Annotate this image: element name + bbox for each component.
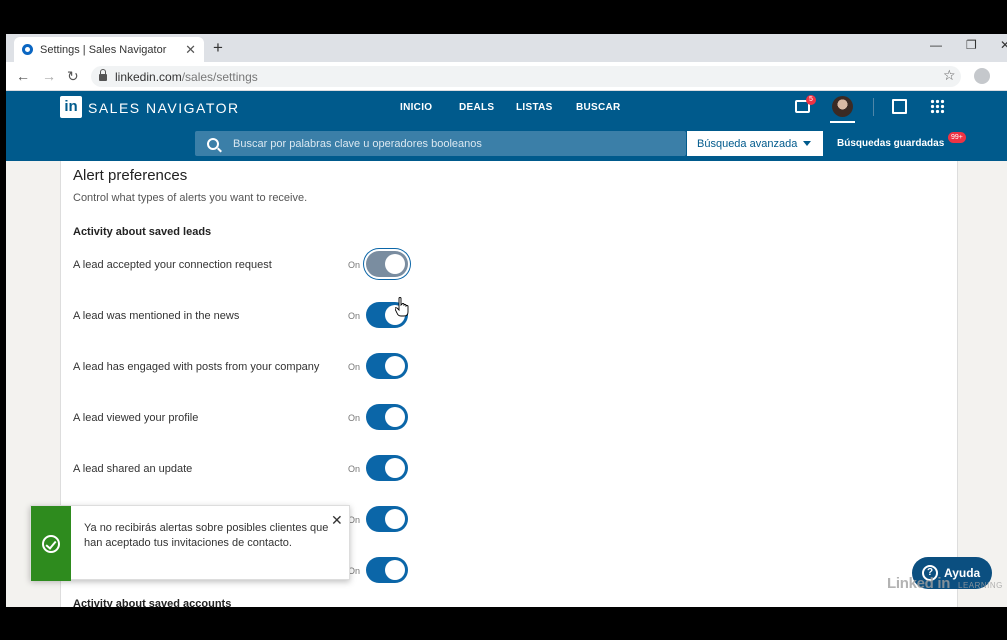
nav-inicio[interactable]: INICIO — [400, 102, 432, 113]
alert-toggle[interactable] — [366, 353, 408, 379]
section-description: Control what types of alerts you want to… — [73, 192, 308, 204]
toggle-knob — [385, 509, 405, 529]
group-title-accounts: Activity about saved accounts — [73, 598, 232, 607]
back-icon[interactable]: ← — [16, 68, 30, 84]
forward-icon[interactable]: → — [42, 68, 56, 84]
alert-toggle[interactable] — [366, 251, 408, 277]
url-host: linkedin.com — [115, 69, 182, 84]
admin-center-icon[interactable] — [892, 99, 907, 114]
search-bar-row: Buscar por palabras clave u operadores b… — [6, 123, 1007, 161]
toggle-knob — [385, 356, 405, 376]
toggle-state: On — [348, 260, 361, 270]
avatar[interactable] — [832, 96, 853, 117]
bookmark-star-icon[interactable]: ☆ — [943, 67, 956, 84]
toggle-state: On — [348, 464, 361, 474]
toggle-knob — [385, 458, 405, 478]
alert-label: A lead accepted your connection request — [73, 259, 272, 271]
toggle-state: On — [348, 311, 361, 321]
success-toast: Ya no recibirás alertas sobre posibles c… — [30, 505, 350, 581]
hand-cursor-icon — [395, 297, 409, 317]
minimize-button[interactable]: — — [930, 38, 942, 52]
toast-message: Ya no recibirás alertas sobre posibles c… — [84, 522, 329, 549]
toggle-state: On — [348, 362, 361, 372]
saved-searches-link[interactable]: Búsquedas guardadas — [837, 138, 944, 149]
new-tab-button[interactable]: + — [213, 38, 223, 58]
toast-accent — [31, 506, 71, 581]
alert-row: A lead was mentioned in the news On — [73, 302, 413, 330]
url-path: /sales/settings — [181, 69, 258, 84]
chevron-down-icon — [803, 141, 812, 146]
toggle-knob — [385, 254, 405, 274]
alert-label: A lead shared an update — [73, 463, 193, 475]
alert-toggle[interactable] — [366, 506, 408, 532]
group-title-leads: Activity about saved leads — [73, 226, 212, 238]
nav-deals[interactable]: DEALS — [459, 102, 494, 113]
advanced-search-button[interactable]: Búsqueda avanzada — [687, 131, 823, 156]
alert-label: A lead was mentioned in the news — [73, 310, 240, 322]
maximize-button[interactable]: ❐ — [966, 38, 977, 52]
alert-row: A lead accepted your connection request … — [73, 251, 413, 279]
alert-toggle[interactable] — [366, 404, 408, 430]
product-name[interactable]: SALES NAVIGATOR — [88, 100, 240, 116]
browser-tabbar: Settings | Sales Navigator ✕ + — ❐ ✕ — [6, 34, 1007, 62]
linkedin-learning-watermark: Linked in — [887, 575, 951, 592]
toast-close-button[interactable]: ✕ — [331, 512, 343, 529]
lock-icon — [99, 69, 107, 81]
nav-buscar[interactable]: BUSCAR — [576, 102, 621, 113]
check-circle-icon — [42, 535, 60, 553]
reload-icon[interactable]: ↻ — [67, 68, 79, 85]
address-bar[interactable]: linkedin.com/sales/settings — [91, 66, 961, 87]
compass-icon — [22, 44, 33, 55]
alert-row: A lead has engaged with posts from your … — [73, 353, 413, 381]
nav-listas[interactable]: LISTAS — [516, 102, 553, 113]
divider — [873, 98, 874, 116]
window-close-button[interactable]: ✕ — [1000, 38, 1007, 52]
alert-label: A lead viewed your profile — [73, 412, 199, 424]
browser-toolbar: ← → ↻ linkedin.com/sales/settings ☆ — [6, 62, 1007, 91]
messages-badge: 5 — [806, 95, 816, 105]
apps-grid-icon[interactable] — [930, 99, 945, 114]
alert-toggle[interactable] — [366, 557, 408, 583]
browser-profile-icon[interactable] — [974, 68, 990, 84]
search-input[interactable]: Buscar por palabras clave u operadores b… — [195, 131, 686, 156]
toggle-knob — [385, 407, 405, 427]
alert-row: A lead viewed your profile On — [73, 404, 413, 432]
section-title: Alert preferences — [73, 167, 188, 184]
linkedin-logo-icon[interactable]: in — [60, 96, 82, 118]
advanced-search-label: Búsqueda avanzada — [697, 137, 798, 150]
search-placeholder: Buscar por palabras clave u operadores b… — [233, 137, 482, 150]
alert-row: A lead shared an update On — [73, 455, 413, 483]
browser-tab[interactable]: Settings | Sales Navigator ✕ — [14, 37, 204, 62]
tab-title: Settings | Sales Navigator — [40, 43, 167, 56]
toggle-state: On — [348, 413, 361, 423]
search-icon — [207, 137, 219, 150]
sales-navigator-header: in SALES NAVIGATOR INICIO DEALS LISTAS B… — [6, 91, 1007, 123]
saved-searches-badge: 99+ — [948, 132, 966, 143]
tab-close-icon[interactable]: ✕ — [185, 42, 196, 58]
alert-toggle[interactable] — [366, 455, 408, 481]
watermark-sub: LEARNING — [958, 581, 1003, 590]
toggle-knob — [385, 560, 405, 580]
alert-label: A lead has engaged with posts from your … — [73, 361, 320, 373]
